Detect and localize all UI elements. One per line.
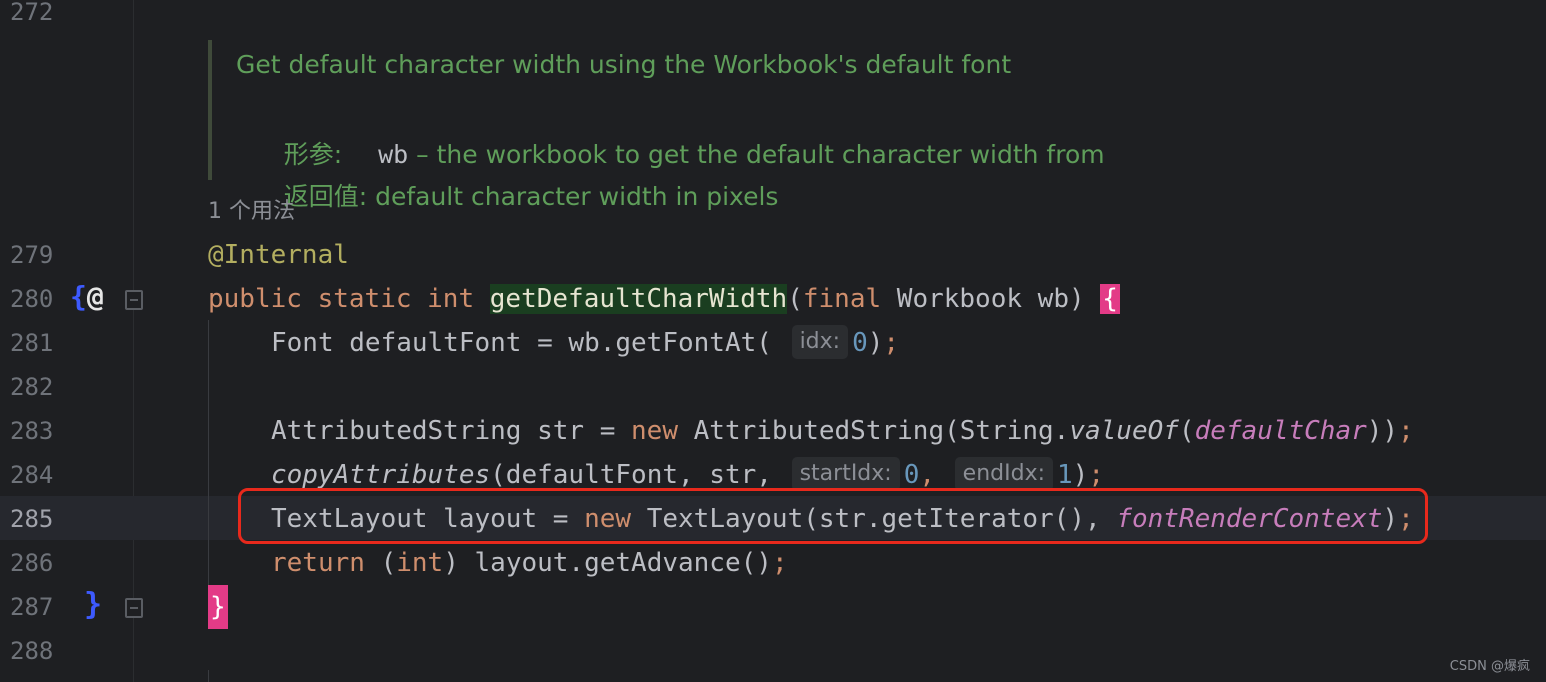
keyword-static: static [317,284,412,314]
param-hint-endidx: endIdx: [954,456,1053,491]
code-editor[interactable]: 272 279 280 281 282 283 284 285 286 287 … [0,0,1546,682]
code-text: ( [1178,416,1195,446]
code-text: ) layout.getAdvance() [443,548,772,578]
code-line-279[interactable]: @Internal [0,233,1546,277]
javadoc-rendered-block[interactable]: Get default character width using the Wo… [208,40,1108,211]
line-number: 272 [10,0,54,26]
static-method-call: copyAttributes [271,460,491,490]
annotation: @Internal [208,240,349,270]
code-text: AttributedString str = [271,416,632,446]
statement: AttributedString str = new AttributedStr… [271,409,1414,453]
static-field: defaultChar [1194,416,1367,446]
keyword-final: final [802,284,882,314]
keyword-int: int [396,548,444,578]
usages-hint[interactable]: 1 个用法 [208,190,295,234]
code-line-283[interactable]: AttributedString str = new AttributedStr… [0,409,1546,453]
param-hint-startidx: startIdx: [791,456,900,491]
method-signature: public static int getDefaultCharWidth(fi… [208,277,1120,321]
keyword-int: int [427,284,475,314]
code-text: ( [364,548,397,578]
semicolon: ; [1398,416,1414,446]
keyword-new: new [631,416,678,446]
matched-brace-open: { [1100,284,1120,314]
number-literal: 0 [903,460,920,490]
code-text: (defaultFont, str, [490,460,788,490]
code-text: ) [867,328,884,358]
code-line-280[interactable]: public static int getDefaultCharWidth(fi… [0,277,1546,321]
code-text: ) [1072,460,1089,490]
comma: , [919,460,951,490]
code-text: AttributedString(String. [678,416,1070,446]
static-method-call: valueOf [1069,416,1179,446]
code-line-287[interactable]: } [0,585,1546,629]
code-text: )) [1366,416,1399,446]
doc-return-desc: default character width in pixels [367,182,779,211]
open-paren: ( [787,284,803,314]
doc-return-label: 返回值: [283,182,368,211]
indent-guide [208,670,209,682]
doc-summary: Get default character width using the Wo… [236,50,1012,79]
number-literal: 1 [1057,460,1073,490]
doc-return-line: 返回值: default character width in pixels [236,131,779,211]
semicolon: ; [771,548,788,578]
red-annotation-box [238,488,1428,544]
number-literal: 0 [852,328,868,358]
code-line-286[interactable]: return (int) layout.getAdvance(); [0,541,1546,585]
statement: Font defaultFont = wb.getFontAt( idx: 0); [271,321,899,365]
semicolon: ; [883,328,900,358]
doc-param-line: 形参: wb – the workbook to get the default … [236,89,1105,169]
semicolon: ; [1088,460,1104,490]
keyword-public: public [208,284,302,314]
matched-brace-close: } [208,585,228,629]
watermark: CSDN @爆疯 [1449,659,1530,674]
param-hint-idx: idx: [791,324,849,359]
keyword-return: return [271,548,365,578]
method-name: getDefaultCharWidth [489,284,788,314]
params: Workbook wb) [881,284,1101,314]
statement: return (int) layout.getAdvance(); [271,541,788,585]
code-text: Font defaultFont = wb.getFontAt( [271,328,788,358]
code-line-281[interactable]: Font defaultFont = wb.getFontAt( idx: 0); [0,321,1546,365]
